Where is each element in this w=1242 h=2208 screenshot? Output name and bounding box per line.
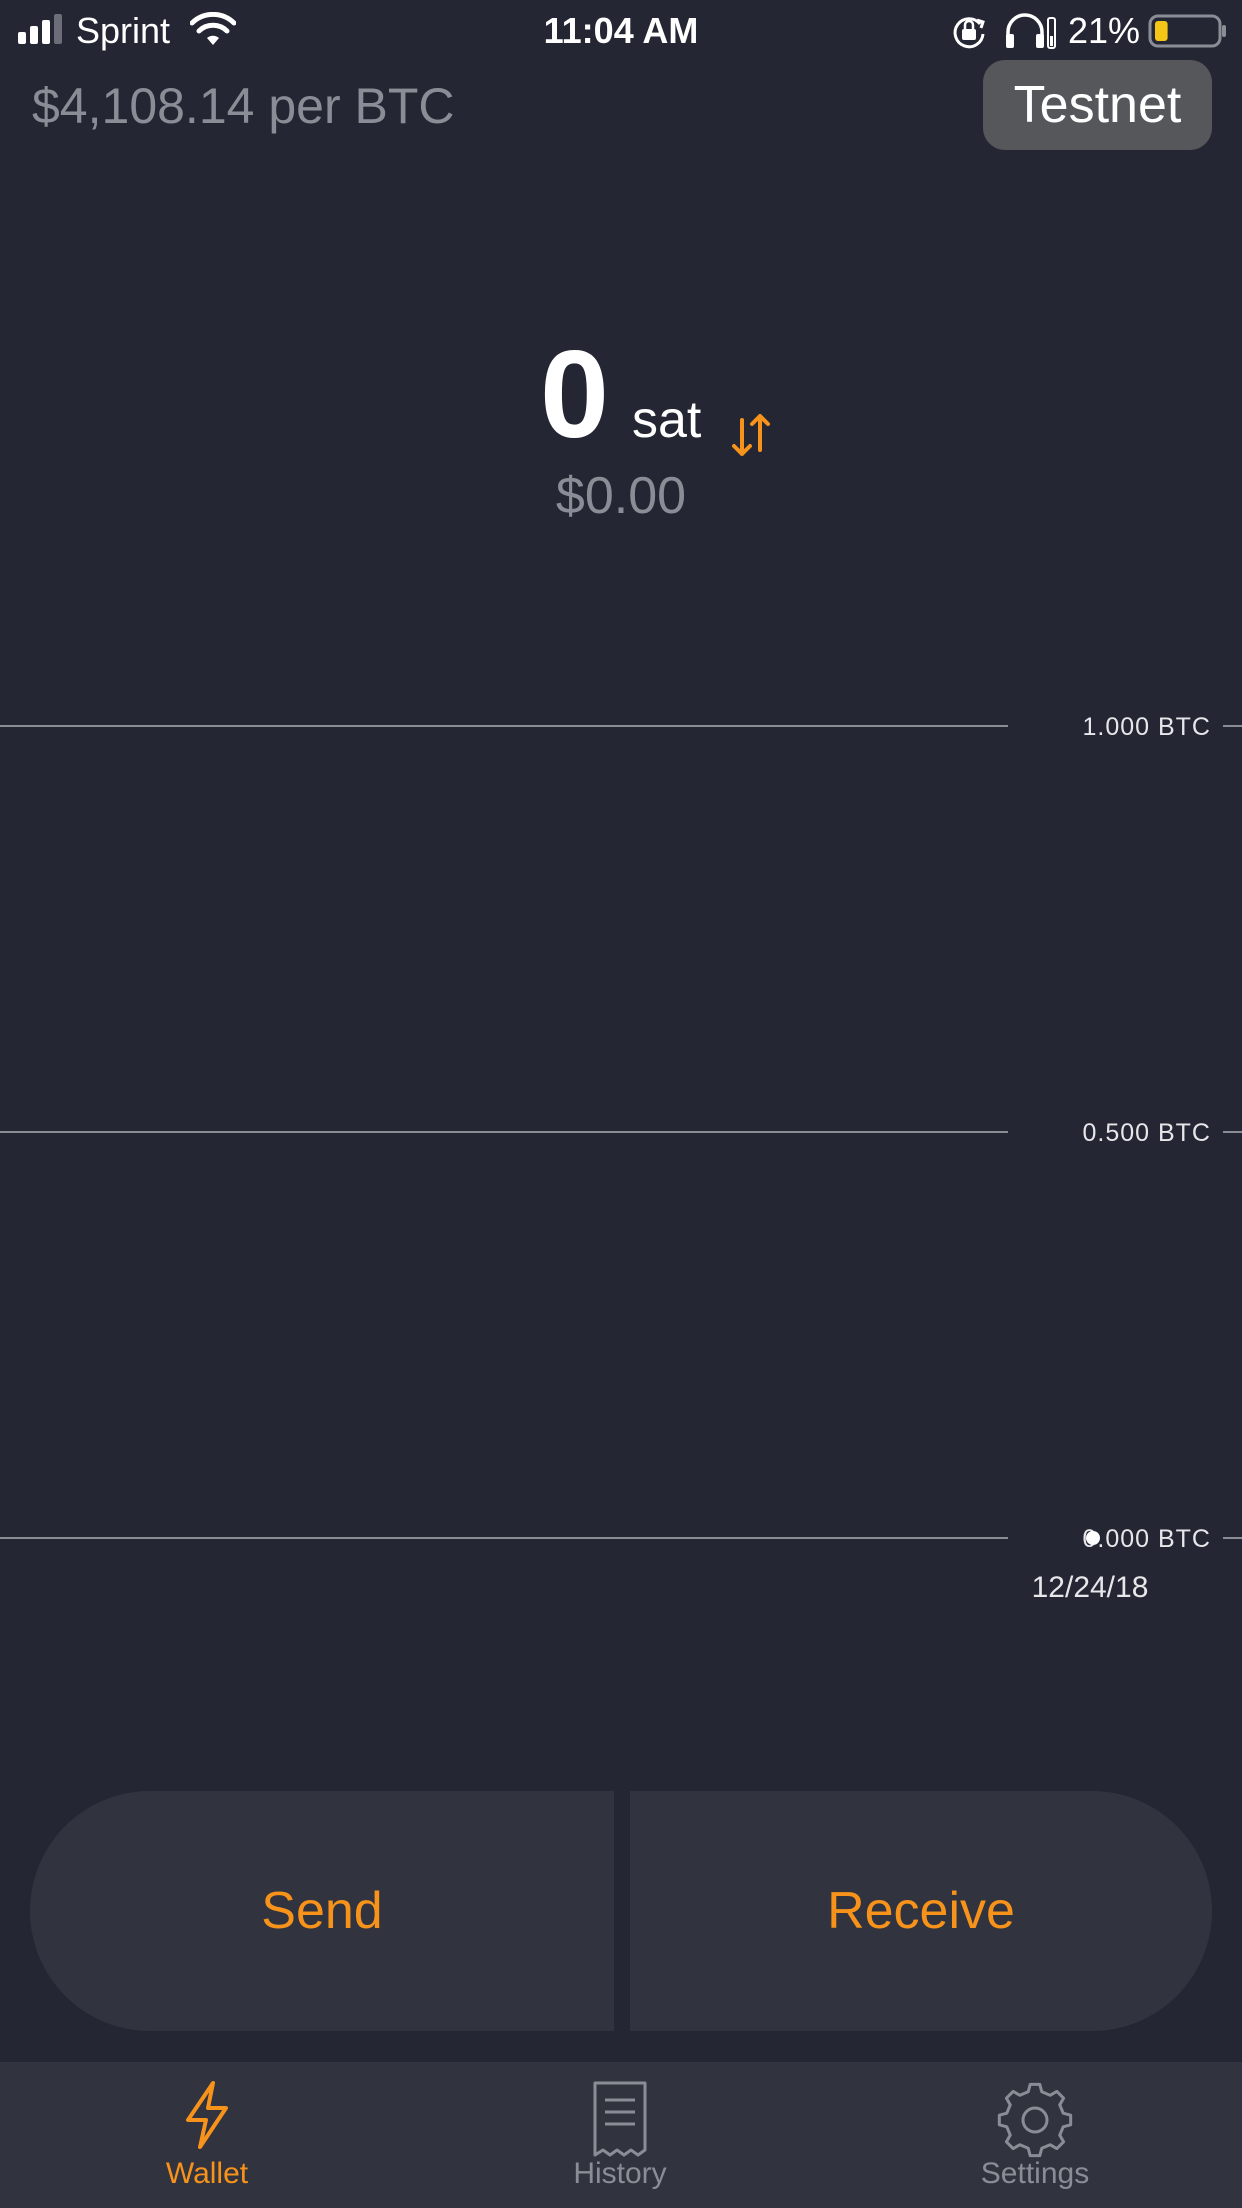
tab-history-label: History bbox=[573, 2157, 667, 2190]
swap-units-icon[interactable] bbox=[730, 410, 772, 460]
tab-bar: Wallet History Settings bbox=[0, 2062, 1242, 2208]
balance-chart-svg: 1.000 BTC 0.500 BTC 0.000 BTC 12/24/18 bbox=[0, 713, 1242, 1604]
fiat-balance: $0.00 bbox=[555, 467, 687, 525]
y-tick-label: 0.000 BTC bbox=[1082, 1525, 1211, 1553]
receipt-icon bbox=[593, 2081, 647, 2157]
tab-settings[interactable]: Settings bbox=[885, 2062, 1185, 2208]
tab-history[interactable]: History bbox=[470, 2062, 770, 2208]
receive-button-label: Receive bbox=[827, 1882, 1015, 1940]
btc-price: $4,108.14 per BTC bbox=[32, 78, 455, 134]
headphones-icon bbox=[1006, 13, 1056, 49]
y-tick-label: 1.000 BTC bbox=[1082, 713, 1211, 741]
status-bar: Sprint 11:04 AM 21% bbox=[0, 0, 1242, 62]
data-point bbox=[1086, 1531, 1100, 1545]
lightning-icon bbox=[186, 2081, 228, 2149]
send-button[interactable]: Send bbox=[30, 1791, 614, 2031]
gear-icon bbox=[997, 2082, 1073, 2158]
balance-chart: 1.000 BTC 0.500 BTC 0.000 BTC 12/24/18 bbox=[0, 680, 1242, 1620]
receive-button[interactable]: Receive bbox=[630, 1791, 1212, 2031]
x-tick-label: 12/24/18 bbox=[1032, 1571, 1149, 1604]
rotation-lock-icon bbox=[953, 17, 985, 49]
tab-wallet[interactable]: Wallet bbox=[57, 2062, 357, 2208]
battery-percent: 21% bbox=[1068, 10, 1141, 51]
network-badge[interactable]: Testnet bbox=[983, 60, 1212, 150]
tab-settings-label: Settings bbox=[980, 2157, 1090, 2190]
balance-amount: 0 bbox=[540, 326, 609, 464]
y-tick-label: 0.500 BTC bbox=[1082, 1119, 1211, 1147]
balance-display: 0 sat bbox=[0, 330, 1242, 460]
balance-unit: sat bbox=[632, 391, 702, 449]
battery-icon bbox=[1148, 14, 1226, 48]
send-button-label: Send bbox=[261, 1882, 383, 1940]
tab-wallet-label: Wallet bbox=[165, 2157, 249, 2190]
